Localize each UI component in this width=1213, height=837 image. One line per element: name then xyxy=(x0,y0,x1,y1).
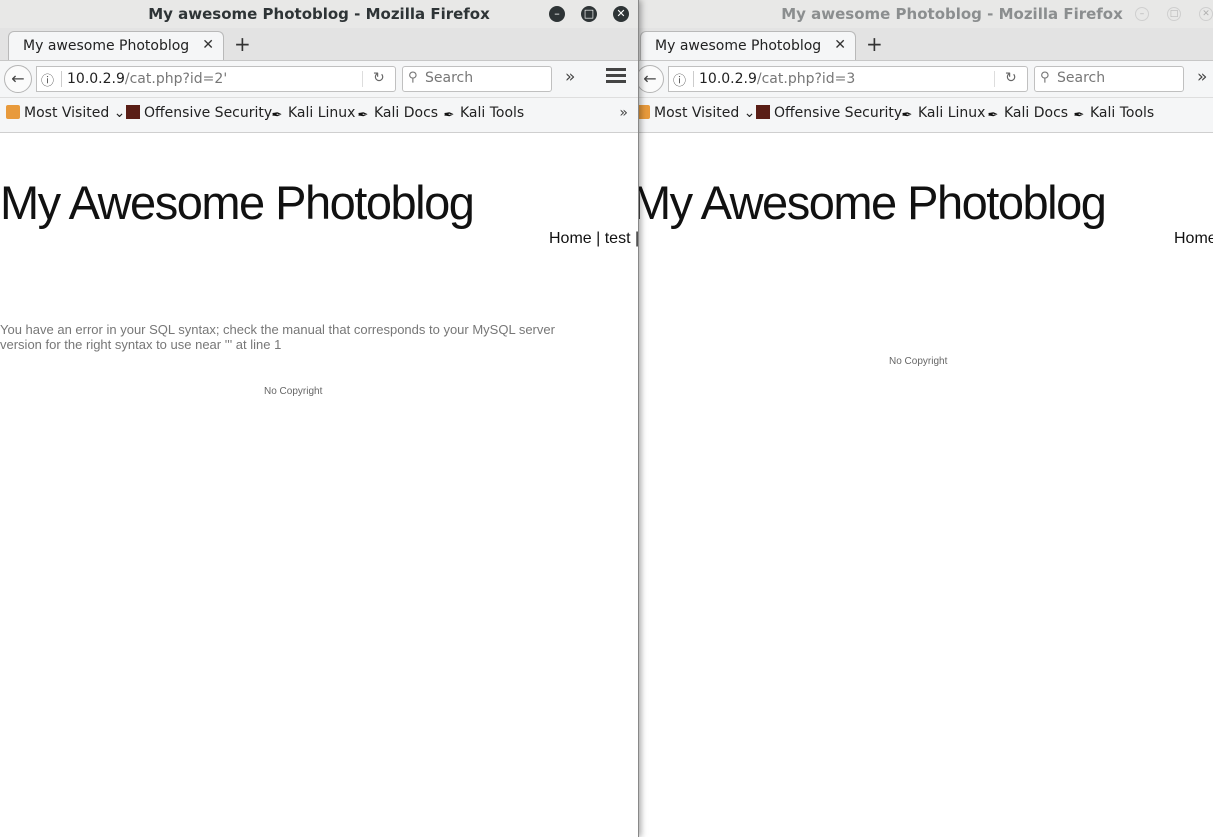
bookmark-label: Offensive Security xyxy=(774,105,903,121)
url-path: /cat.php?id=3 xyxy=(756,71,856,87)
reload-icon[interactable]: ↻ xyxy=(1005,70,1017,86)
tab-bar: My awesome Photoblog ✕ + xyxy=(638,28,1213,61)
nav-toolbar: ← ⓘ 10.0.2.9/cat.php?id=2' ↻ ⚲ » xyxy=(0,61,638,98)
bookmark-label: Most Visited xyxy=(24,105,110,121)
bookmark-label: Most Visited xyxy=(654,105,740,121)
bookmarks-toolbar: Most Visited ⌄ Offensive Security ✒ Kali … xyxy=(638,98,1213,133)
title-bar[interactable]: My awesome Photoblog - Mozilla Firefox –… xyxy=(0,0,638,28)
overflow-chevron-icon[interactable]: » xyxy=(565,67,575,87)
kali-icon: ✒ xyxy=(443,108,455,123)
offsec-icon xyxy=(126,105,140,119)
search-icon: ⚲ xyxy=(1040,70,1050,85)
url-path: /cat.php?id=2' xyxy=(124,71,228,87)
tab-label: My awesome Photoblog xyxy=(23,38,190,54)
back-button[interactable]: ← xyxy=(4,65,32,93)
kali-icon: ✒ xyxy=(357,108,369,123)
chevron-down-icon: ⌄ xyxy=(113,105,126,121)
tab-close-icon[interactable]: ✕ xyxy=(834,37,846,53)
folder-icon xyxy=(6,105,20,119)
new-tab-button[interactable]: + xyxy=(234,32,251,56)
kali-icon: ✒ xyxy=(1073,108,1085,123)
sql-error-message: You have an error in your SQL syntax; ch… xyxy=(0,322,555,352)
folder-icon xyxy=(638,105,650,119)
url-host: 10.0.2.9 xyxy=(67,71,125,87)
kali-icon: ✒ xyxy=(987,108,999,123)
kali-icon: ✒ xyxy=(271,108,283,123)
search-input[interactable] xyxy=(1057,70,1177,86)
nav-toolbar: ← ⓘ 10.0.2.9/cat.php?id=3 ↻ ⚲ » xyxy=(638,61,1213,98)
bookmark-label: Kali Linux xyxy=(288,105,356,121)
overflow-chevron-icon[interactable]: » xyxy=(1197,67,1207,87)
bookmark-kali-linux[interactable]: ✒ Kali Linux xyxy=(270,105,356,123)
bookmark-kali-linux[interactable]: ✒ Kali Linux xyxy=(900,105,986,123)
minimize-button[interactable]: – xyxy=(1135,7,1149,21)
bookmarks-toolbar: Most Visited ⌄ Offensive Security ✒ Kali … xyxy=(0,98,638,133)
site-title: My Awesome Photoblog xyxy=(0,176,475,229)
window-title: My awesome Photoblog - Mozilla Firefox xyxy=(148,5,490,23)
url-separator xyxy=(61,71,62,87)
info-icon[interactable]: ⓘ xyxy=(673,70,686,89)
footer-copyright: No Copyright xyxy=(264,386,323,397)
bookmark-most-visited[interactable]: Most Visited ⌄ xyxy=(6,105,125,121)
url-bar[interactable]: ⓘ 10.0.2.9/cat.php?id=2' ↻ xyxy=(36,66,396,92)
browser-window-left: My awesome Photoblog - Mozilla Firefox –… xyxy=(0,0,639,837)
bookmark-kali-docs[interactable]: ✒ Kali Docs xyxy=(986,105,1069,123)
bookmark-label: Kali Tools xyxy=(1090,105,1155,121)
bookmark-offensive-security[interactable]: Offensive Security xyxy=(756,105,902,121)
tab-close-icon[interactable]: ✕ xyxy=(202,37,214,53)
bookmark-label: Offensive Security xyxy=(144,105,273,121)
bookmark-label: Kali Linux xyxy=(918,105,986,121)
bookmark-label: Kali Docs xyxy=(374,105,439,121)
bookmark-kali-tools[interactable]: ✒ Kali Tools xyxy=(1072,105,1155,123)
search-input[interactable] xyxy=(425,70,545,86)
url-text[interactable]: 10.0.2.9/cat.php?id=2' xyxy=(67,71,227,87)
bookmark-kali-tools[interactable]: ✒ Kali Tools xyxy=(442,105,525,123)
search-icon: ⚲ xyxy=(408,70,418,85)
offsec-icon xyxy=(756,105,770,119)
url-text[interactable]: 10.0.2.9/cat.php?id=3 xyxy=(699,71,855,87)
info-icon[interactable]: ⓘ xyxy=(41,70,54,89)
tab-photoblog[interactable]: My awesome Photoblog ✕ xyxy=(640,31,856,60)
chevron-down-icon: ⌄ xyxy=(743,105,756,121)
site-nav-home[interactable]: Home xyxy=(1174,230,1213,248)
close-button[interactable]: ✕ xyxy=(1199,7,1213,21)
tab-bar: My awesome Photoblog ✕ + xyxy=(0,28,638,61)
new-tab-button[interactable]: + xyxy=(866,32,883,56)
url-separator xyxy=(693,71,694,87)
footer-copyright: No Copyright xyxy=(889,356,948,367)
bookmark-label: Kali Tools xyxy=(460,105,525,121)
site-title: My Awesome Photoblog xyxy=(638,176,1107,229)
minimize-button[interactable]: – xyxy=(549,6,565,22)
bookmark-most-visited[interactable]: Most Visited ⌄ xyxy=(638,105,755,121)
browser-window-right: My awesome Photoblog - Mozilla Firefox –… xyxy=(638,0,1213,837)
back-arrow-icon: ← xyxy=(11,69,25,88)
back-arrow-icon: ← xyxy=(643,69,657,88)
bookmark-label: Kali Docs xyxy=(1004,105,1069,121)
maximize-button[interactable]: □ xyxy=(581,6,597,22)
hamburger-menu-icon[interactable] xyxy=(606,68,626,86)
bookmark-offensive-security[interactable]: Offensive Security xyxy=(126,105,272,121)
search-box[interactable]: ⚲ xyxy=(402,66,552,92)
url-separator-2 xyxy=(362,71,363,87)
back-button[interactable]: ← xyxy=(638,65,664,93)
bookmark-kali-docs[interactable]: ✒ Kali Docs xyxy=(356,105,439,123)
reload-icon[interactable]: ↻ xyxy=(373,70,385,86)
url-host: 10.0.2.9 xyxy=(699,71,757,87)
url-bar[interactable]: ⓘ 10.0.2.9/cat.php?id=3 ↻ xyxy=(668,66,1028,92)
tab-photoblog[interactable]: My awesome Photoblog ✕ xyxy=(8,31,224,60)
site-nav[interactable]: Home | test | xyxy=(549,230,638,248)
window-title: My awesome Photoblog - Mozilla Firefox xyxy=(781,5,1123,23)
close-button[interactable]: ✕ xyxy=(613,6,629,22)
tab-label: My awesome Photoblog xyxy=(655,38,822,54)
bookmarks-more-chevron-icon[interactable]: » xyxy=(619,105,628,121)
kali-icon: ✒ xyxy=(901,108,913,123)
search-box[interactable]: ⚲ xyxy=(1034,66,1184,92)
url-separator-2 xyxy=(994,71,995,87)
maximize-button[interactable]: □ xyxy=(1167,7,1181,21)
title-bar[interactable]: My awesome Photoblog - Mozilla Firefox –… xyxy=(638,0,1213,28)
